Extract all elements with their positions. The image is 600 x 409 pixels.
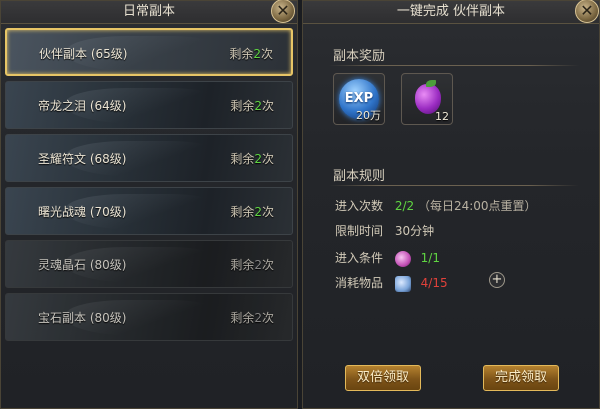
double-claim-button[interactable]: 双倍领取 — [345, 365, 421, 391]
consume-count: 4/15 — [420, 276, 448, 290]
item-icon[interactable] — [394, 275, 411, 292]
reset-note: （每日24:00点重置） — [417, 199, 537, 213]
dungeon-name: 帝龙之泪 (64级) — [38, 99, 127, 113]
close-button[interactable]: ✕ — [575, 0, 599, 23]
daily-dungeon-panel: 日常副本 ✕ 伙伴副本 (65级) 剩余2次 帝龙之泪 (64级) 剩余2次 圣… — [0, 0, 298, 409]
dungeon-item-dawn-soul[interactable]: 曙光战魂 (70级) 剩余2次 — [5, 187, 293, 235]
panel-title: 一键完成 伙伴副本 — [303, 1, 599, 24]
reward-slot-grape[interactable]: 12 — [401, 73, 453, 125]
rule-consume: 消耗物品 4/15 — [335, 274, 448, 292]
dungeon-remaining: 剩余2次 — [229, 47, 273, 61]
close-button[interactable]: ✕ — [271, 0, 295, 23]
reward-quantity: 20万 — [356, 109, 381, 122]
entries-count: 2/2 — [394, 199, 415, 213]
dungeon-name: 圣耀符文 (68级) — [38, 152, 127, 166]
dungeon-item-dragon-tear[interactable]: 帝龙之泪 (64级) 剩余2次 — [5, 81, 293, 129]
rule-label: 进入条件 — [335, 251, 384, 265]
dungeon-item-partner[interactable]: 伙伴副本 (65级) 剩余2次 — [5, 28, 293, 76]
pet-icon[interactable] — [394, 250, 411, 267]
finish-claim-button[interactable]: 完成领取 — [483, 365, 559, 391]
rule-label: 消耗物品 — [335, 276, 384, 290]
rule-time-limit: 限制时间 30分钟 — [335, 222, 434, 240]
divider — [329, 185, 579, 186]
reward-quantity: 12 — [435, 110, 449, 123]
rule-entries: 进入次数 2/2 （每日24:00点重置） — [335, 197, 537, 215]
dungeon-item-soul-crystal[interactable]: 灵魂晶石 (80级) 剩余2次 — [5, 240, 293, 288]
reward-section-title: 副本奖励 — [333, 49, 386, 64]
dungeon-remaining: 剩余2次 — [230, 152, 274, 166]
panel-title: 日常副本 — [1, 1, 297, 24]
dungeon-name: 曙光战魂 (70级) — [38, 205, 127, 219]
dungeon-name: 宝石副本 (80级) — [38, 311, 127, 325]
reward-slot-exp[interactable]: EXP 20万 — [333, 73, 385, 125]
dungeon-list: 伙伴副本 (65级) 剩余2次 帝龙之泪 (64级) 剩余2次 圣耀符文 (68… — [5, 28, 293, 346]
dungeon-item-holy-rune[interactable]: 圣耀符文 (68级) 剩余2次 — [5, 134, 293, 182]
rule-label: 限制时间 — [335, 224, 384, 238]
condition-count: 1/1 — [420, 251, 440, 265]
rule-label: 进入次数 — [335, 199, 384, 213]
add-item-button[interactable]: + — [489, 272, 505, 288]
dungeon-name: 灵魂晶石 (80级) — [38, 258, 127, 272]
divider — [329, 65, 579, 66]
dungeon-item-gem[interactable]: 宝石副本 (80级) 剩余2次 — [5, 293, 293, 341]
rule-condition: 进入条件 1/1 — [335, 249, 440, 267]
rules-section-title: 副本规则 — [333, 169, 386, 184]
dungeon-name: 伙伴副本 (65级) — [39, 47, 128, 61]
time-limit-value: 30分钟 — [394, 224, 435, 238]
dungeon-remaining: 剩余2次 — [230, 311, 274, 325]
dungeon-remaining: 剩余2次 — [230, 99, 274, 113]
dungeon-remaining: 剩余2次 — [230, 205, 274, 219]
dungeon-remaining: 剩余2次 — [230, 258, 274, 272]
quick-complete-panel: 一键完成 伙伴副本 ✕ 副本奖励 EXP 20万 12 副本规则 进入次数 2/… — [302, 0, 600, 409]
